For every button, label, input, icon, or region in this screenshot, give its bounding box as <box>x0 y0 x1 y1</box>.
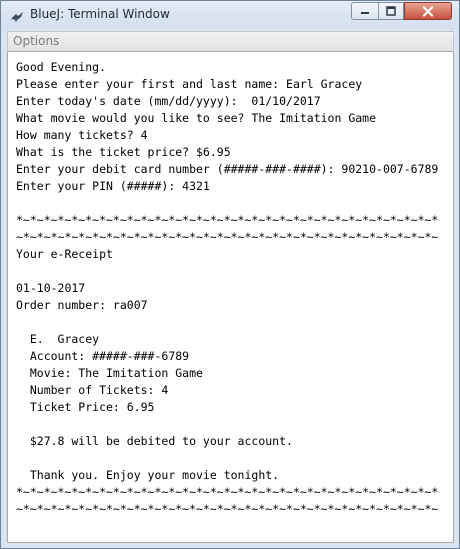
terminal-line: Account: #####-###-6789 <box>16 349 190 363</box>
terminal-line: Thank you. Enjoy your movie tonight. <box>16 468 280 482</box>
window-title: BlueJ: Terminal Window <box>30 7 170 21</box>
terminal-line: *~*~*~*~*~*~*~*~*~*~*~*~*~*~*~*~*~*~*~*~… <box>16 213 439 227</box>
terminal-line: Enter your debit card number (#####-###-… <box>16 162 439 176</box>
maximize-icon <box>386 6 396 16</box>
terminal-line: ~*~*~*~*~*~*~*~*~*~*~*~*~*~*~*~*~*~*~*~*… <box>16 230 439 244</box>
terminal-text: Good Evening. Please enter your first and… <box>16 59 438 518</box>
bluej-bird-icon <box>11 12 23 22</box>
terminal-line: Enter your PIN (#####): 4321 <box>16 179 210 193</box>
terminal-line: Your e-Receipt <box>16 247 113 261</box>
terminal-line: Order number: ra007 <box>16 298 148 312</box>
terminal-line: Number of Tickets: 4 <box>16 383 169 397</box>
terminal-line: *~*~*~*~*~*~*~*~*~*~*~*~*~*~*~*~*~*~*~*~… <box>16 485 439 499</box>
close-button[interactable] <box>404 2 452 20</box>
terminal-line: $27.8 will be debited to your account. <box>16 434 293 448</box>
terminal-line: 01-10-2017 <box>16 281 86 295</box>
terminal-line: E. Gracey <box>16 332 100 346</box>
menu-bar: Options <box>7 31 454 50</box>
terminal-line: What is the ticket price? $6.95 <box>16 145 231 159</box>
terminal-line: How many tickets? 4 <box>16 128 148 142</box>
terminal-line: What movie would you like to see? The Im… <box>16 111 377 125</box>
terminal-output-area[interactable]: Good Evening. Please enter your first and… <box>7 51 454 543</box>
terminal-window: BlueJ: Terminal Window Options Good Even… <box>0 0 460 549</box>
terminal-line: Enter today's date (mm/dd/yyyy): 01/10/2… <box>16 94 321 108</box>
terminal-line: Please enter your first and last name: E… <box>16 77 363 91</box>
maximize-button[interactable] <box>378 2 404 20</box>
terminal-line: Good Evening. <box>16 60 107 74</box>
menu-item-options[interactable]: Options <box>13 34 59 48</box>
terminal-line: Ticket Price: 6.95 <box>16 400 155 414</box>
close-icon <box>422 5 434 17</box>
terminal-line: Movie: The Imitation Game <box>16 366 203 380</box>
title-bar[interactable]: BlueJ: Terminal Window <box>1 1 459 30</box>
terminal-line: ~*~*~*~*~*~*~*~*~*~*~*~*~*~*~*~*~*~*~*~*… <box>16 502 439 516</box>
minimize-button[interactable] <box>351 2 378 20</box>
minimize-icon <box>361 12 369 14</box>
